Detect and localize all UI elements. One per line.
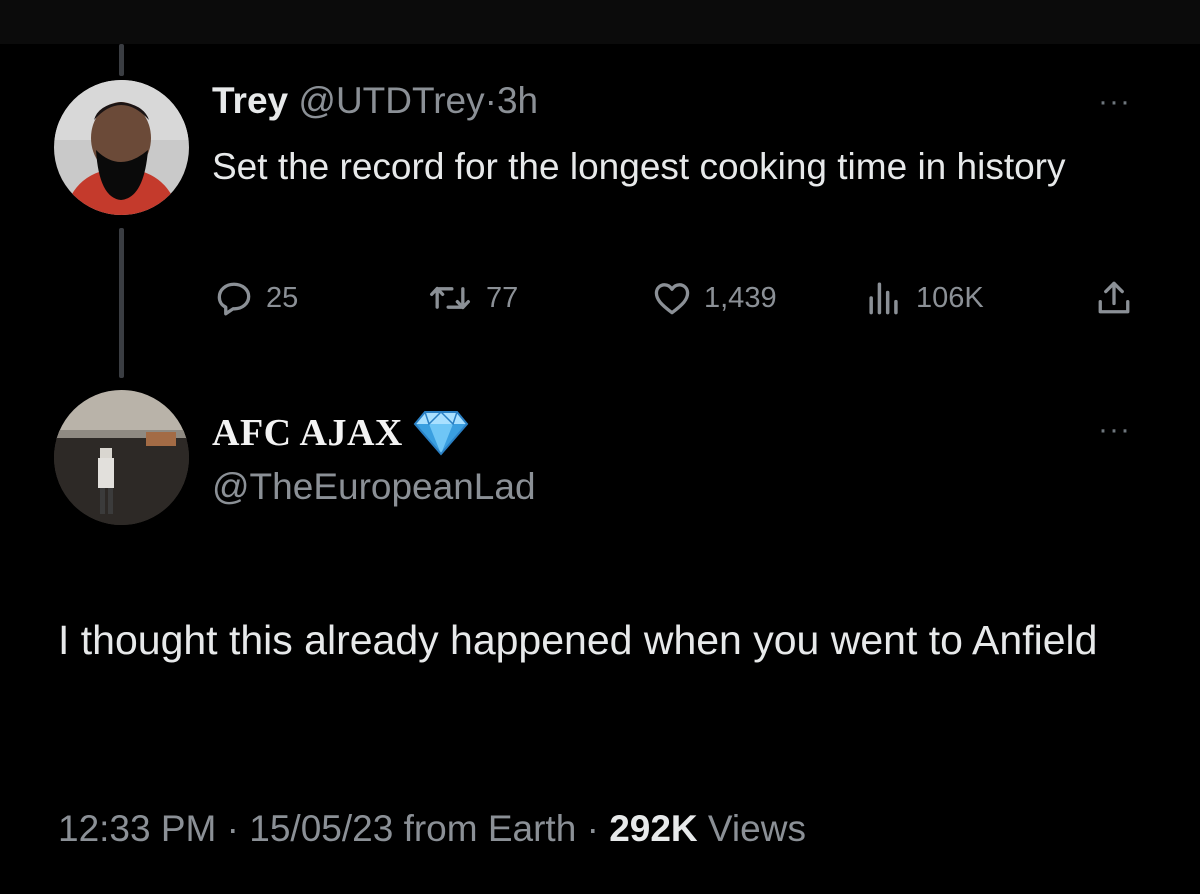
avatar-afc-ajax[interactable] <box>54 390 189 525</box>
tweet-time[interactable]: 3h <box>497 80 538 121</box>
analytics-icon <box>869 282 898 315</box>
like-action[interactable]: 1,439 <box>650 276 777 320</box>
reply-author-handle[interactable]: @TheEuropeanLad <box>212 466 536 508</box>
separator-dot: · <box>226 808 239 849</box>
avatar-trey[interactable] <box>54 80 189 215</box>
author-handle[interactable]: @UTDTrey <box>298 80 484 121</box>
tweet-timestamp[interactable]: 12:33 PM <box>58 808 216 849</box>
avatar-trey-image <box>54 80 189 215</box>
reply-action[interactable]: 25 <box>212 276 298 320</box>
tweet-text: Set the record for the longest cooking t… <box>212 146 1066 187</box>
more-options-button[interactable]: ··· <box>1098 87 1131 117</box>
like-count: 1,439 <box>704 281 777 314</box>
thread-line-top <box>119 44 124 76</box>
share-icon <box>1098 281 1130 314</box>
reply-author[interactable]: AFC AJAX <box>212 410 469 456</box>
views-count: 106K <box>916 281 984 314</box>
retweet-action[interactable]: 77 <box>424 276 518 320</box>
reply-text: I thought this already happened when you… <box>58 617 1098 663</box>
retweet-count: 77 <box>486 281 519 314</box>
reply-views-count[interactable]: 292K <box>609 808 697 849</box>
tweet-metadata: 12:33 PM · 15/05/23 from Earth · 292K Vi… <box>58 808 806 850</box>
views-action[interactable]: 106K <box>862 276 984 320</box>
avatar-afc-ajax-image <box>54 390 189 525</box>
reply-icon <box>217 282 251 316</box>
views-label: Views <box>707 808 806 849</box>
tweet-header: Trey @UTDTrey·3h <box>212 80 538 122</box>
tweet-source: from Earth <box>403 808 577 849</box>
reply-count: 25 <box>266 281 299 314</box>
thread-line <box>119 228 124 378</box>
retweet-icon <box>430 286 470 310</box>
top-bar <box>0 0 1200 44</box>
reply-author-name: AFC AJAX <box>212 412 403 454</box>
tweet-date[interactable]: 15/05/23 <box>249 808 393 849</box>
reply-more-options-button[interactable]: ··· <box>1098 415 1131 445</box>
share-action[interactable] <box>1092 276 1146 320</box>
separator-dot: · <box>586 808 599 849</box>
diamond-icon <box>413 410 469 456</box>
author-name[interactable]: Trey <box>212 80 288 121</box>
heart-icon <box>654 283 690 315</box>
separator-dot: · <box>484 80 497 121</box>
tweet-actions: 25 77 1,439 106K <box>212 276 1142 320</box>
